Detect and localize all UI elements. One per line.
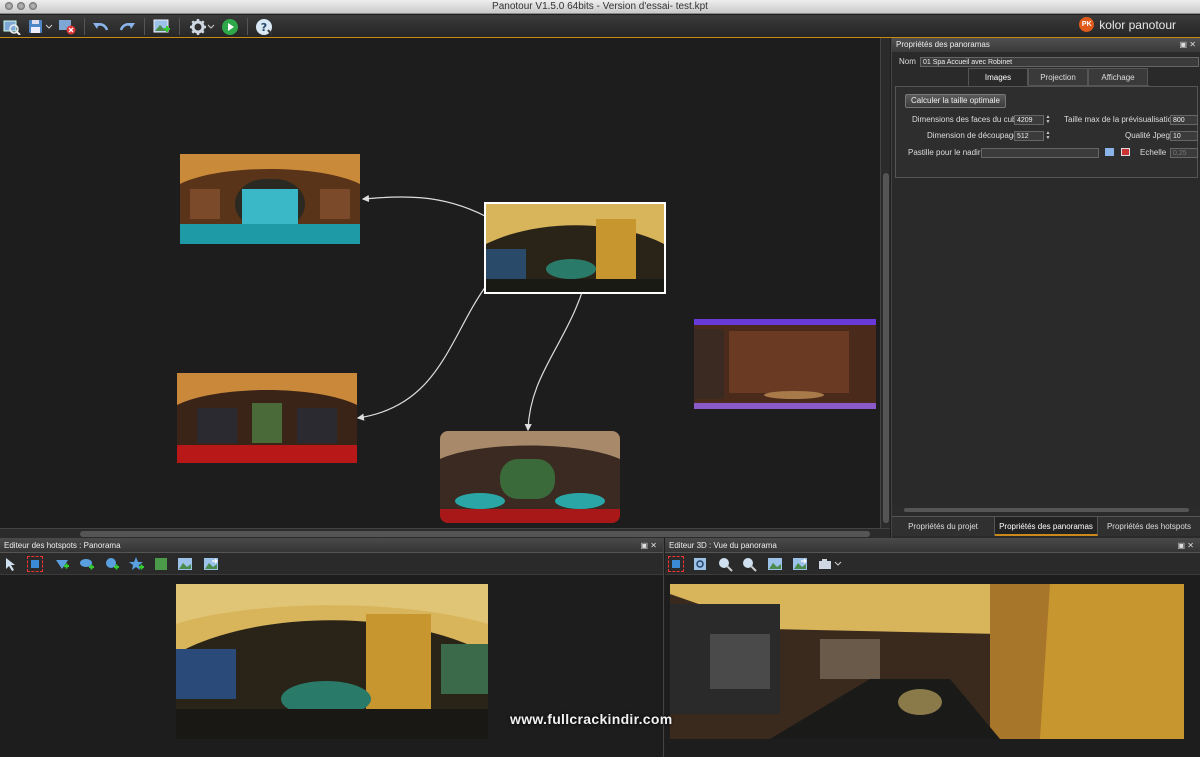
watermark-text: www.fullcrackindir.com [510,711,673,727]
panorama-thumbnail[interactable] [440,431,620,523]
add-spot-hotspot-icon[interactable] [79,556,95,572]
view3d-title: Editeur 3D : Vue du panorama [669,541,777,550]
link-arrow [361,194,486,217]
select-rect-icon[interactable] [27,556,43,572]
tiling-label: Dimension de découpage [927,131,1018,140]
canvas-vertical-scrollbar[interactable] [880,38,890,528]
browse-folder-icon[interactable] [1105,148,1114,156]
panorama-thumbnail-selected[interactable] [484,202,666,294]
jpeg-quality-label: Qualité Jpeg [1125,131,1170,140]
brand-name: kolor panotour [1099,17,1176,32]
undo-icon[interactable] [91,17,111,36]
preview-max-label: Taille max de la prévisualisation [1064,115,1177,124]
view3d-panel: Editeur 3D : Vue du panorama ▣ ✕ [665,538,1200,757]
add-polygon-hotspot-icon[interactable] [54,556,70,572]
add-point-hotspot-icon[interactable] [104,556,120,572]
panel-float-close-icon[interactable]: ▣ ✕ [641,538,657,553]
panel-float-close-icon[interactable]: ▣ ✕ [1180,38,1196,52]
tour-graph-canvas[interactable] [0,38,880,528]
cube-faces-label: Dimensions des faces du cube [912,115,1021,124]
select-arrow-icon[interactable] [3,556,19,572]
zoom-fit-icon[interactable] [692,556,708,572]
calculate-optimal-size-button[interactable]: Calculer la taille optimale [905,94,1006,108]
panorama-properties-panel: Propriétés des panoramas ▣ ✕ Nom 01 Spa … [891,38,1200,538]
image-export-icon[interactable] [767,556,783,572]
image-link-icon[interactable] [792,556,808,572]
save-menu-chevron-icon[interactable] [44,17,54,36]
panorama-thumbnail[interactable] [177,373,357,463]
tiling-field[interactable]: 512 [1014,131,1044,141]
settings-icon[interactable] [188,17,208,36]
save-icon[interactable] [26,17,46,36]
help-icon[interactable]: ? [255,17,275,36]
tab-panorama-properties[interactable]: Propriétés des panoramas [995,517,1098,536]
hotspot-toolbar [0,553,663,575]
svg-text:?: ? [261,21,267,34]
hotspot-panorama-image[interactable] [176,584,488,739]
zoom-in-icon[interactable] [717,556,733,572]
window-title: Panotour V1.5.0 64bits - Version d'essai… [492,1,708,12]
clear-nadir-icon[interactable] [1121,148,1130,156]
tab-images[interactable]: Images [968,68,1028,86]
nadir-path-field[interactable] [981,148,1099,158]
tab-project-properties[interactable]: Propriétés du projet [892,517,995,536]
properties-bottom-tabs: Propriétés du projet Propriétés des pano… [892,516,1200,536]
tiling-stepper[interactable]: ▲ ▼ [1043,131,1053,141]
panel-header: Propriétés des panoramas ▣ ✕ [892,38,1200,52]
image-hotspot-icon[interactable] [177,556,193,572]
scale-field[interactable]: 0,25 [1170,148,1198,158]
add-panorama-icon[interactable] [152,17,172,36]
hotspot-editor-header: Editeur des hotspots : Panorama ▣ ✕ [0,538,663,553]
zoom-out-icon[interactable] [741,556,757,572]
fill-icon[interactable] [153,556,169,572]
tab-affichage[interactable]: Affichage [1088,68,1148,86]
image-link-icon[interactable] [203,556,219,572]
build-play-icon[interactable] [220,17,240,36]
select-rect-icon[interactable] [668,556,684,572]
add-star-hotspot-icon[interactable] [129,556,145,572]
view3d-toolbar [665,553,1200,575]
nadir-label: Pastille pour le nadir [908,148,981,157]
hotspot-editor-title: Editeur des hotspots : Panorama [4,541,121,550]
panorama-thumbnail[interactable] [694,319,876,409]
view3d-panorama-viewport[interactable] [670,584,1184,739]
panel-horizontal-scrollbar[interactable] [892,506,1200,514]
settings-menu-chevron-icon[interactable] [206,17,216,36]
tab-hotspot-properties[interactable]: Propriétés des hotspots [1098,517,1200,536]
preview-max-field[interactable]: 800 [1170,115,1198,125]
cube-faces-stepper[interactable]: ▲ ▼ [1043,115,1053,125]
view3d-header: Editeur 3D : Vue du panorama ▣ ✕ [665,538,1200,553]
close-project-icon[interactable] [57,17,77,36]
properties-tabs: Images Projection Affichage [968,68,1148,86]
name-field[interactable]: 01 Spa Accueil avec Robinet [920,57,1199,67]
redo-icon[interactable] [117,17,137,36]
camera-icon[interactable] [817,556,833,572]
panel-float-close-icon[interactable]: ▣ ✕ [1178,538,1194,553]
title-bar: Panotour V1.5.0 64bits - Version d'essai… [0,0,1200,14]
tab-projection[interactable]: Projection [1028,68,1088,86]
panorama-thumbnail[interactable] [180,154,360,244]
images-tab-panel: Calculer la taille optimale Dimensions d… [895,86,1198,178]
brand-mark-icon: PK [1079,17,1095,32]
name-label: Nom [899,57,916,66]
jpeg-quality-field[interactable]: 10 [1170,131,1198,141]
cube-faces-field[interactable]: 4209 [1014,115,1044,125]
main-toolbar: ? PK kolor panotour [0,15,1200,38]
open-project-icon[interactable] [2,17,22,36]
camera-menu-chevron-icon[interactable] [833,556,843,572]
kolor-panotour-logo: PK kolor panotour [1079,17,1176,32]
panel-title: Propriétés des panoramas [896,40,990,49]
scale-label: Echelle [1140,148,1167,157]
canvas-horizontal-scrollbar[interactable] [0,528,890,538]
